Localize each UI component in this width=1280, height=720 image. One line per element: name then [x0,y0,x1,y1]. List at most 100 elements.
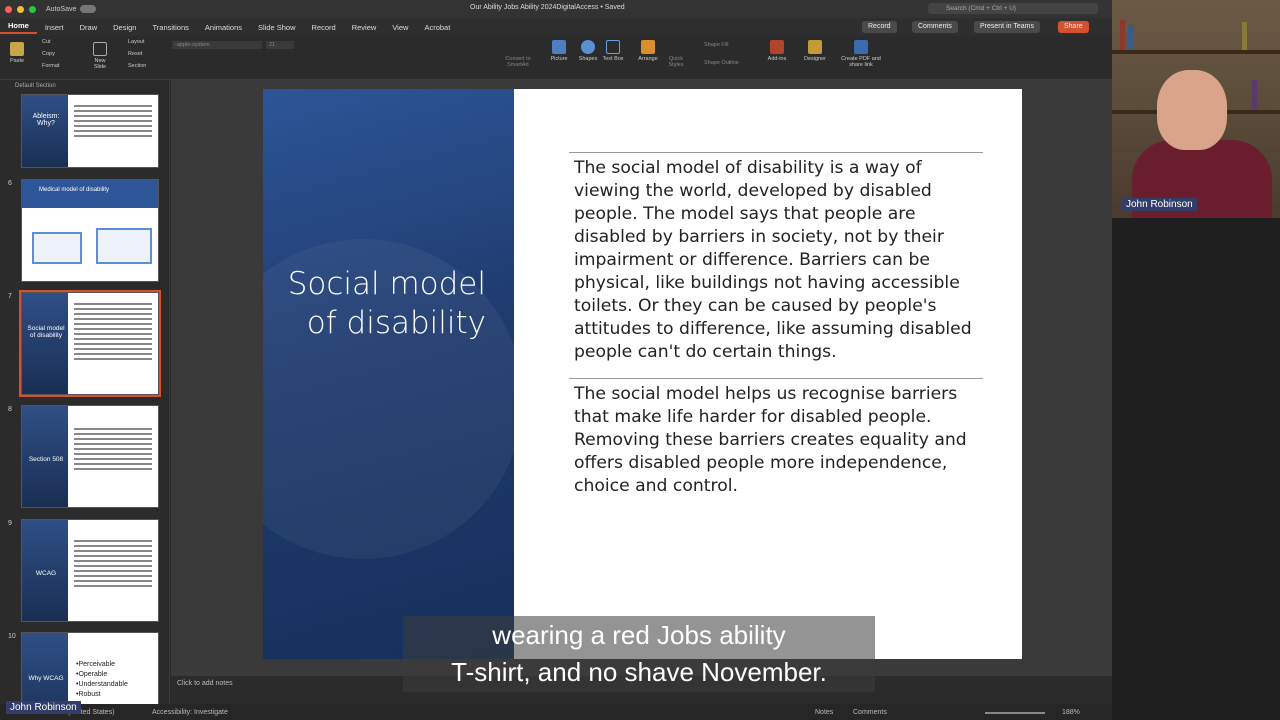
slide-thumbnail-pane: Default Section Ableism: Why? 6 Medical … [0,80,170,704]
cut-button[interactable]: Cut [42,39,51,45]
thumb-text-lines [74,303,152,363]
zoom-slider[interactable] [985,712,1045,714]
bookshelf [1112,50,1280,54]
tab-insert[interactable]: Insert [37,23,72,32]
minimize-window-icon[interactable] [17,5,24,13]
tab-design[interactable]: Design [105,23,144,32]
thumb-left-panel [22,633,68,704]
picture-icon [552,40,566,54]
tab-view[interactable]: View [384,23,416,32]
section-label: Default Section [15,83,56,89]
new-slide-label: New Slide [93,58,107,70]
thumb-bullets: •Perceivable •Operable •Understandable •… [76,661,128,698]
tab-transitions[interactable]: Transitions [144,23,196,32]
zoom-window-icon[interactable] [29,5,36,13]
create-pdf-button[interactable]: Create PDF and share link [838,40,884,68]
pdf-share-icon [854,40,868,54]
tab-review[interactable]: Review [344,23,385,32]
reset-button[interactable]: Reset [128,51,142,57]
thumb-title: Medical model of disability [39,187,110,193]
font-size-select[interactable]: 21 [266,41,294,49]
paste-button[interactable]: Paste [10,42,24,64]
layout-button[interactable]: Layout [128,39,145,45]
zoom-level[interactable]: 188% [1062,709,1080,716]
thumb-title: Ableism: Why? [32,113,60,127]
add-ins-button[interactable]: Add-ins [762,40,792,62]
search-input[interactable]: Search (Cmd + Ctrl + U) [928,3,1098,14]
new-slide-icon [93,42,107,56]
notes-placeholder[interactable]: Click to add notes [177,680,233,687]
font-family-select[interactable]: -apple-system [172,41,262,49]
tab-animations[interactable]: Animations [197,23,250,32]
shape-outline-button[interactable]: Shape Outline [704,60,739,66]
caption-line-2: T-shirt, and no shave November. [451,657,827,687]
convert-smartart-button[interactable]: Convert to SmartArt [500,56,536,68]
slide-thumbnail-5[interactable]: Ableism: Why? [21,94,159,168]
close-window-icon[interactable] [5,5,12,13]
clipboard-icon [10,42,25,56]
add-ins-label: Add-ins [767,56,787,62]
slide-thumbnail-6[interactable]: Medical model of disability [21,179,159,282]
shape-fill-button[interactable]: Shape Fill [704,42,728,48]
arrange-label: Arrange [638,56,658,62]
tab-acrobat[interactable]: Acrobat [416,23,458,32]
create-pdf-label: Create PDF and share link [841,56,881,68]
caption-line-1: wearing a red Jobs ability [492,620,786,650]
slide-thumbnail-10[interactable]: Why WCAG •Perceivable •Operable •Underst… [21,632,159,704]
slide-number: 9 [8,520,12,527]
slide-number: 6 [8,180,12,187]
designer-button[interactable]: Designer [800,40,830,62]
slide-thumbnail-8[interactable]: Section 508 [21,405,159,508]
slide-title[interactable]: Social model of disability [286,265,486,343]
thumb-text-lines [74,105,152,140]
comments-button[interactable]: Comments [912,21,958,33]
shapes-icon [581,40,595,54]
thumb-left-panel [22,293,68,394]
shapes-button[interactable]: Shapes [575,40,601,62]
participant-video: John Robinson [1112,0,1280,218]
thumb-title: Why WCAG [28,675,64,682]
slide-thumbnail-7[interactable]: Social model of disability [19,290,161,397]
designer-icon [808,40,822,54]
tab-home[interactable]: Home [0,21,37,34]
document-title-text: Our Ability Jobs Ability 2024DigitalAcce… [470,4,599,11]
thumb-title: Social model of disability [27,325,65,339]
book [1120,20,1125,50]
current-slide[interactable]: Social model of disability The social mo… [263,89,1022,659]
copy-button[interactable]: Copy [42,51,55,57]
share-button[interactable]: Share [1058,21,1089,33]
comments-toggle[interactable]: Comments [853,709,887,716]
slide-paragraph-1[interactable]: The social model of disability is a way … [574,157,984,364]
ribbon-home: Paste Cut Copy Format New Slide Layout R… [0,36,1112,80]
thumb-title: Section 508 [28,456,64,463]
document-title: Our Ability Jobs Ability 2024DigitalAcce… [470,4,625,11]
powerpoint-window: AutoSave Our Ability Jobs Ability 2024Di… [0,0,1112,720]
slide-paragraph-2[interactable]: The social model helps us recognise barr… [574,383,984,498]
quick-styles-button[interactable]: Quick Styles [664,56,688,68]
status-bar: h (United States) Accessibility: Investi… [0,704,1112,720]
arrange-button[interactable]: Arrange [634,40,662,62]
new-slide-button[interactable]: New Slide [88,42,112,70]
thumb-box-right [96,228,152,264]
accessibility-status[interactable]: Accessibility: Investigate [152,709,228,716]
record-button[interactable]: Record [862,21,897,33]
text-box-button[interactable]: Text Box [602,40,624,62]
autosave-toggle[interactable] [80,5,97,13]
slide-number: 10 [8,633,16,640]
subtitle-caption: wearing a red Jobs ability T-shirt, and … [403,616,875,692]
format-painter-button[interactable]: Format [42,63,59,69]
tab-slide-show[interactable]: Slide Show [250,23,304,32]
tab-draw[interactable]: Draw [72,23,106,32]
slide-thumbnail-9[interactable]: WCAG [21,519,159,622]
present-in-teams-button[interactable]: Present in Teams [974,21,1040,33]
section-button[interactable]: Section [128,63,146,69]
tab-record[interactable]: Record [304,23,344,32]
picture-button[interactable]: Picture [546,40,572,62]
thumb-left-panel [22,95,68,167]
notes-toggle[interactable]: Notes [815,709,833,716]
thumb-title: WCAG [35,570,57,577]
add-ins-icon [770,40,784,54]
slide-title-panel: Social model of disability [263,89,514,659]
thumb-text-lines [74,540,152,590]
title-bar: AutoSave Our Ability Jobs Ability 2024Di… [0,0,1112,18]
